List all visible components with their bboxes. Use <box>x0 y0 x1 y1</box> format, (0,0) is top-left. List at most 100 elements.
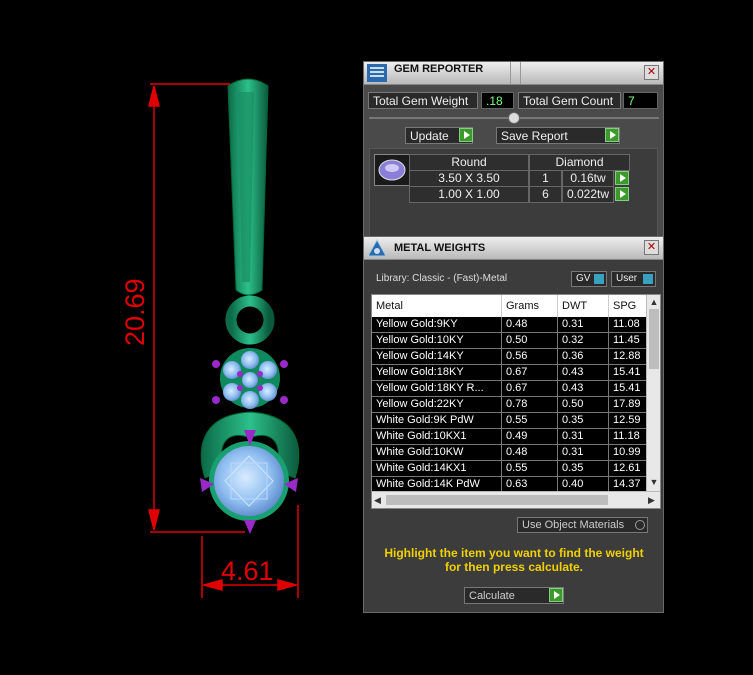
total-gem-weight-label: Total Gem Weight <box>368 92 478 109</box>
table-row[interactable]: White Gold:10KX1 0.49 0.31 11.18 <box>372 429 660 445</box>
grams-value: 0.55 <box>502 413 558 429</box>
flower-cluster <box>212 348 288 409</box>
save-report-button-label: Save Report <box>501 129 568 143</box>
column-header-metal[interactable]: Metal <box>372 295 502 317</box>
table-row[interactable]: White Gold:14KX1 0.55 0.35 12.61 <box>372 461 660 477</box>
save-report-arrow-icon[interactable] <box>605 128 619 142</box>
dwt-value: 0.35 <box>558 461 609 477</box>
table-row[interactable]: White Gold:10KW 0.48 0.31 10.99 <box>372 445 660 461</box>
gem-reporter-panel: GEM REPORTER ✕ Total Gem Weight .18 Tota… <box>363 61 664 241</box>
vertical-scrollbar[interactable]: ▲ ▼ <box>646 295 660 491</box>
gv-toggle-icon <box>594 274 604 284</box>
checkbox-icon <box>635 520 645 530</box>
bail <box>227 78 269 296</box>
update-button-label: Update <box>410 129 449 143</box>
scroll-up-icon[interactable]: ▲ <box>649 297 659 307</box>
metal-name: White Gold:14KX1 <box>372 461 502 477</box>
update-arrow-icon[interactable] <box>459 128 473 142</box>
dwt-value: 0.32 <box>558 333 609 349</box>
splitter-handle[interactable] <box>508 112 520 124</box>
height-dimension-label: 20.69 <box>120 278 150 346</box>
scroll-left-icon[interactable]: ◀ <box>374 495 381 506</box>
dwt-value: 0.31 <box>558 429 609 445</box>
close-icon[interactable]: ✕ <box>644 65 659 80</box>
metal-name: Yellow Gold:9KY <box>372 317 502 333</box>
scroll-thumb-horizontal[interactable] <box>386 495 608 505</box>
user-toggle-label: User <box>616 273 638 284</box>
gem-reporter-app-icon <box>366 63 388 83</box>
metal-name: White Gold:9K PdW <box>372 413 502 429</box>
instruction-line-2: for then press calculate. <box>444 560 584 574</box>
metal-weights-table: Metal Grams DWT SPG Yellow Gold:9KY 0.48 0… <box>371 294 661 509</box>
column-header-grams[interactable]: Grams <box>502 295 558 317</box>
dwt-value: 0.50 <box>558 397 609 413</box>
gem-size: 3.50 X 3.50 <box>409 170 529 187</box>
grams-value: 0.67 <box>502 365 558 381</box>
close-icon[interactable]: ✕ <box>644 240 659 255</box>
table-row[interactable]: Yellow Gold:10KY 0.50 0.32 11.45 <box>372 333 660 349</box>
metal-name: Yellow Gold:10KY <box>372 333 502 349</box>
gem-shape-header: Round <box>409 154 529 171</box>
pendant-render <box>148 78 300 598</box>
gem-row-arrow-icon[interactable] <box>615 187 629 201</box>
metal-weights-panel: METAL WEIGHTS ✕ Library: Classic - (Fast… <box>363 236 664 613</box>
grams-value: 0.50 <box>502 333 558 349</box>
grams-value: 0.67 <box>502 381 558 397</box>
user-toggle[interactable]: User <box>611 271 656 287</box>
use-object-materials-checkbox[interactable]: Use Object Materials <box>517 517 648 533</box>
table-row[interactable]: Yellow Gold:18KY R... 0.67 0.43 15.41 <box>372 381 660 397</box>
gem-reporter-title: GEM REPORTER <box>394 63 484 75</box>
user-toggle-icon <box>643 274 653 284</box>
grams-value: 0.56 <box>502 349 558 365</box>
table-row[interactable]: Yellow Gold:9KY 0.48 0.31 11.08 <box>372 317 660 333</box>
table-row[interactable]: Yellow Gold:18KY 0.67 0.43 15.41 <box>372 365 660 381</box>
grams-value: 0.49 <box>502 429 558 445</box>
dwt-value: 0.36 <box>558 349 609 365</box>
grams-value: 0.48 <box>502 445 558 461</box>
dwt-value: 0.31 <box>558 317 609 333</box>
scroll-right-icon[interactable]: ▶ <box>648 495 655 506</box>
calculate-button-label: Calculate <box>469 590 515 602</box>
dwt-value: 0.35 <box>558 413 609 429</box>
width-dimension-label: 4.61 <box>221 556 274 586</box>
table-row[interactable]: White Gold:9K PdW 0.55 0.35 12.59 <box>372 413 660 429</box>
scroll-thumb[interactable] <box>649 309 659 369</box>
dimension-lines <box>148 83 299 598</box>
round-gem-icon <box>374 154 410 186</box>
gv-toggle[interactable]: GV <box>571 271 607 287</box>
dwt-value: 0.43 <box>558 381 609 397</box>
total-gem-count-value: 7 <box>623 92 658 109</box>
gem-count: 1 <box>529 170 562 187</box>
dwt-value: 0.31 <box>558 445 609 461</box>
metal-name: Yellow Gold:18KY <box>372 365 502 381</box>
table-row[interactable]: Yellow Gold:14KY 0.56 0.36 12.88 <box>372 349 660 365</box>
gem-weight: 0.16tw <box>562 170 614 187</box>
save-report-button[interactable]: Save Report <box>496 127 620 144</box>
metal-name: Yellow Gold:18KY R... <box>372 381 502 397</box>
gv-toggle-label: GV <box>576 273 591 284</box>
metal-weights-titlebar[interactable]: METAL WEIGHTS ✕ <box>364 237 663 260</box>
total-gem-weight-value: .18 <box>481 92 514 109</box>
library-label: Library: Classic - (Fast)-Metal <box>376 273 508 284</box>
use-object-materials-label: Use Object Materials <box>522 519 625 531</box>
gem-type-header: Diamond <box>529 154 630 171</box>
dwt-value: 0.43 <box>558 365 609 381</box>
gem-count: 6 <box>529 186 562 203</box>
scroll-down-icon[interactable]: ▼ <box>649 477 659 487</box>
column-header-dwt[interactable]: DWT <box>558 295 609 317</box>
metal-name: White Gold:10KX1 <box>372 429 502 445</box>
gem-row-arrow-icon[interactable] <box>615 171 629 185</box>
metal-weights-app-icon <box>366 238 388 258</box>
total-gem-count-label: Total Gem Count <box>518 92 621 109</box>
metal-name: Yellow Gold:14KY <box>372 349 502 365</box>
horizontal-scrollbar[interactable]: ◀ ▶ <box>372 491 660 508</box>
metal-name: White Gold:10KW <box>372 445 502 461</box>
calculate-arrow-icon[interactable] <box>549 588 563 602</box>
gem-reporter-titlebar[interactable]: GEM REPORTER ✕ <box>364 62 663 85</box>
metal-name: Yellow Gold:22KY <box>372 397 502 413</box>
metal-weights-title: METAL WEIGHTS <box>394 242 486 254</box>
grams-value: 0.48 <box>502 317 558 333</box>
gem-weight: 0.022tw <box>562 186 614 203</box>
jump-ring <box>225 295 275 345</box>
table-row[interactable]: Yellow Gold:22KY 0.78 0.50 17.89 <box>372 397 660 413</box>
